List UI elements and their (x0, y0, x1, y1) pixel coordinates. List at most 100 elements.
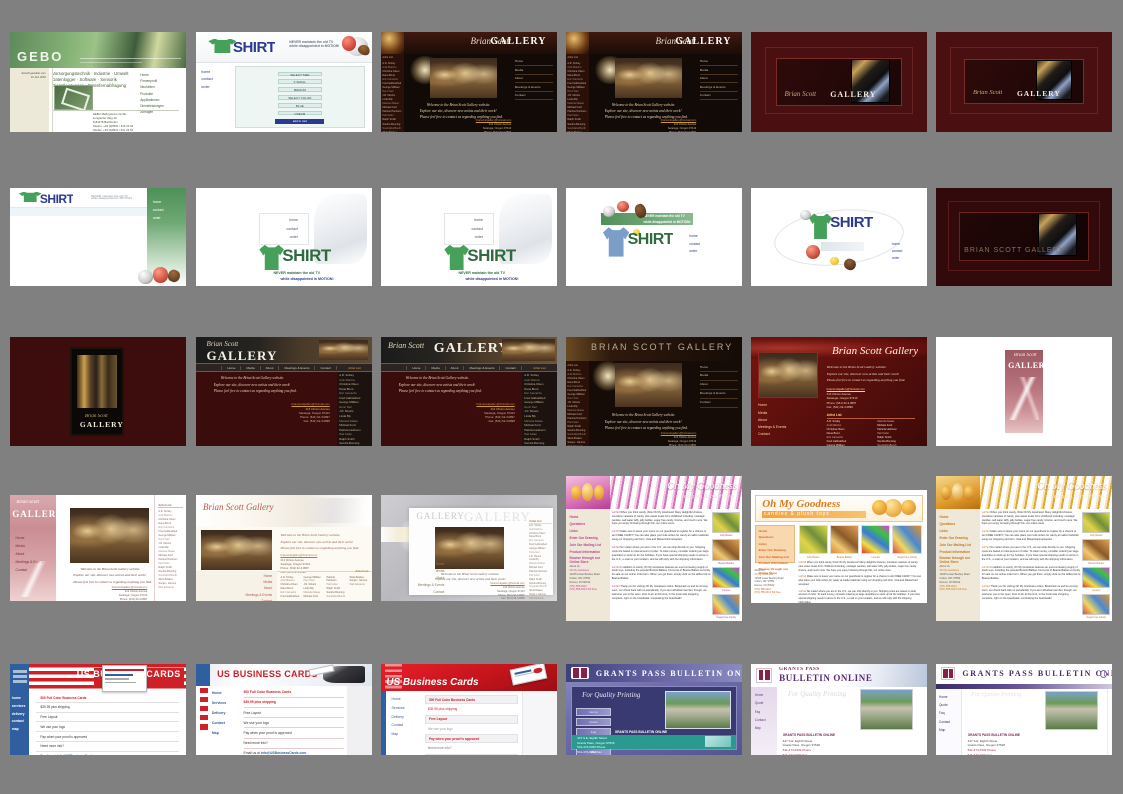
omg-nav-item-6[interactable]: Browse through our Online Store (570, 556, 609, 564)
usbc-nav-item-0[interactable]: Home (212, 688, 240, 698)
bsg-nav-item-1[interactable]: Media (15, 543, 43, 551)
bsg-nav-item-4[interactable]: Contact (413, 589, 444, 596)
bsg-nav-item-1[interactable]: Media (758, 410, 786, 417)
gebo-nav-item-4[interactable]: Applikationen (140, 98, 179, 102)
artist-list-item[interactable]: Eric Camacho (524, 391, 555, 396)
artist-list[interactable]: A.R. Smiley Andi Martino Christina Olsen Da… (529, 524, 552, 601)
artist-list-item[interactable]: Walt Edwards (158, 586, 184, 590)
usbc-nav-item-3[interactable]: contact (12, 718, 33, 726)
thumbnail-17-bsg-red-script[interactable]: Brian Scott Gallery Welcome to the Brian… (751, 337, 927, 446)
artist-list[interactable]: A.R. Smiley Andi Martino Christina Olsen Da… (524, 373, 555, 446)
add-to-cart-button[interactable]: add to cart (275, 119, 325, 125)
artist-list-item[interactable]: Henri Neil (567, 397, 588, 401)
artist-list-item[interactable]: Eric Camacho (827, 436, 872, 440)
gp-sidebar[interactable]: Home Quote Faq Contact Map (751, 686, 778, 755)
thumbnail-18-bsg-white-poster[interactable]: Brian Scott GALLERY (936, 337, 1112, 446)
usbc-nav-item-2[interactable]: Delivery (392, 713, 420, 722)
artist-list-item[interactable]: Eric Camacho (339, 391, 370, 396)
omg-nav-item-3[interactable]: Enter Our Drawing (940, 535, 979, 542)
omg-sidebar[interactable]: Home Questions Links Enter Our Drawing J… (566, 509, 610, 621)
omg-nav[interactable]: Home Questions Links Enter Our Drawing J… (940, 514, 979, 565)
artist-list[interactable]: A.R. Smiley Andi Martino Christina Olsen Da… (567, 62, 588, 132)
artist-list-item[interactable]: Henri Neil (382, 90, 403, 94)
bsg-nav-item-3[interactable]: Meetings & Events (699, 390, 739, 399)
artist-list-item[interactable]: SondraDorBonth (567, 127, 588, 131)
bsg-nav-item-3[interactable]: Meetings & Events (463, 365, 499, 370)
artist-list-item[interactable]: Henri Neil (567, 90, 588, 94)
bsg-navbar[interactable]: Home Media About Meetings & Events Conta… (381, 363, 557, 372)
thumbnail-11-tshirt-oval[interactable]: SHIRT home contact order (751, 188, 927, 286)
artist-list-item[interactable]: Pati Keller (158, 562, 184, 566)
artist-list-item[interactable]: Eric Camacho (567, 78, 588, 82)
bsg-nav-item-2[interactable]: About (514, 75, 554, 84)
tshirt-nav[interactable]: home contact order (153, 198, 164, 223)
bsg-nav-item-1[interactable]: Media (425, 365, 444, 370)
bsg-nav-item-2[interactable]: About (758, 417, 786, 424)
usbc-nav[interactable]: Home Services Delivery Contact Map (392, 695, 420, 739)
artist-list-item[interactable]: Henri Neil (339, 405, 370, 410)
artist-list-item[interactable]: Eric Camacho (382, 78, 403, 82)
gp-nav-item-0[interactable]: Home (755, 691, 776, 699)
artist-list-item[interactable]: Andi Martino (567, 66, 588, 70)
tshirt-nav-item-1[interactable]: contact (892, 248, 903, 255)
gebo-nav-item-5[interactable]: Dienstleistungen (140, 104, 179, 108)
artist-list-item[interactable]: SondraDorBonth (877, 444, 922, 446)
bsg-artist-sidebar[interactable]: Artist List A.R. Smiley Andi Martino Chris… (528, 520, 553, 601)
omg-nav-item-0[interactable]: Home (570, 514, 609, 521)
gp-sidebar[interactable]: Home Quote Faq Contact Map (936, 688, 963, 755)
artist-list[interactable]: A.R. Smiley Andi Martino Christina Olsen Da… (382, 62, 403, 132)
bsg-nav-item-2[interactable]: About (15, 551, 43, 559)
thumbnail-14-bsg-banner-nav[interactable]: Brian Scott GALLERY Home Media About Mee… (196, 337, 372, 446)
artist-list-item[interactable]: Silvia Brakes (567, 131, 588, 132)
bsg-artist-sidebar[interactable]: A.R. Smiley Andi Martino Christina Olsen Da… (521, 371, 557, 446)
omg-product-column[interactable]: Jelly Beans Beanie Babies Licorice Sugar… (1082, 512, 1111, 619)
tshirt-nav-item-0[interactable]: home (451, 216, 483, 224)
artist-list-item[interactable]: Fred Galbraithed (280, 595, 299, 599)
product-image-3[interactable] (892, 525, 922, 555)
thumbnail-15-bsg-banner-nav-variant[interactable]: Brian Scott GALLERY Home Media About Mee… (381, 337, 557, 446)
omg-product-row[interactable] (798, 525, 922, 555)
tshirt-nav-item-1[interactable]: contact (451, 225, 483, 233)
omg-nav-item-4[interactable]: Join Our Mailing List (940, 542, 979, 549)
thumbnail-21-bsg-gray-gold[interactable]: GALLERY GALLERY Welcome to the Brian Sco… (381, 495, 557, 601)
omg-nav-item-2[interactable]: Links (570, 528, 609, 535)
usbc-nav[interactable]: home services delivery contact map (12, 695, 33, 734)
tshirt-nav-item-2[interactable]: order (266, 233, 298, 241)
bsg-nav[interactable]: Home Media About Meetings & Events Conta… (514, 58, 554, 101)
artist-list-item[interactable]: Silvia Brakes (382, 131, 403, 132)
bsg-nav-item-1[interactable]: Media (514, 66, 554, 75)
artist-list-item[interactable]: Henri Neil (524, 405, 555, 410)
thumbnail-16-bsg-caps-header[interactable]: BRIAN SCOTT GALLERY Artist List A.R. Smi… (566, 337, 742, 446)
gp-nav-item-0[interactable]: Home (575, 707, 612, 716)
tshirt-nav[interactable]: home contact order (201, 69, 229, 92)
thumbnail-10-tshirt-balls[interactable]: NEVER maintain the old TV while disappoi… (566, 188, 742, 286)
tshirt-order-form[interactable]: SELECT SIZE X SMALL MEDIUM SELECT COLOR … (234, 65, 365, 128)
color-option-cream[interactable]: CREAM (278, 110, 322, 116)
bsg-nav-item-2[interactable]: About (259, 365, 279, 370)
omg-nav-item-0[interactable]: Home (940, 514, 979, 521)
artist-list-item[interactable]: Eric Camacho (280, 591, 299, 595)
tshirt-nav[interactable]: home contact order (266, 216, 298, 241)
bsg-nav-item-2[interactable]: About (699, 381, 739, 390)
bsg-nav-item-3[interactable]: Meetings & Events (278, 365, 314, 370)
bsg-nav-item-4[interactable]: Contact (499, 365, 522, 370)
product-image-3[interactable] (1082, 593, 1111, 615)
gp-nav-item-1[interactable]: Quote (939, 701, 960, 709)
bsg-nav-item-0[interactable]: Home (699, 58, 739, 67)
bsg-nav[interactable]: Home Media About Meetings & Events Conta… (196, 571, 277, 601)
bsg-nav-item-0[interactable]: Home (15, 535, 43, 543)
usbc-nav[interactable]: Home Services Delivery Contact Map (212, 688, 240, 739)
product-image-1[interactable] (829, 525, 860, 555)
bsg-nav-item-2[interactable]: About (413, 575, 444, 582)
thumbnail-19-bsg-pink[interactable]: Brian Scott GALLERY Home Media About Mee… (10, 495, 186, 601)
omg-sidebar[interactable]: Home Questions Links Enter Our Drawing J… (936, 509, 980, 621)
bsg-nav-item-1[interactable]: Media (413, 568, 445, 575)
artist-list-item[interactable]: SondraDorBonth (567, 433, 588, 437)
omg-nav-item-6[interactable]: Browse through our Online Store (940, 556, 979, 564)
usbc-nav-item-3[interactable]: Contact (392, 721, 420, 730)
tshirt-nav-item-2[interactable]: order (451, 233, 483, 241)
thumbnail-27-usbc-redbar[interactable]: US Business Cards Home Services Delivery… (381, 664, 557, 755)
thumbnail-30-grants-pass-white-wide[interactable]: GRANTS PASS BULLETIN ONLINE Home Quote F… (936, 664, 1112, 755)
artist-list-item[interactable]: Henri Neil (158, 538, 184, 542)
bsg-nav-item-1[interactable]: Media (699, 66, 739, 75)
